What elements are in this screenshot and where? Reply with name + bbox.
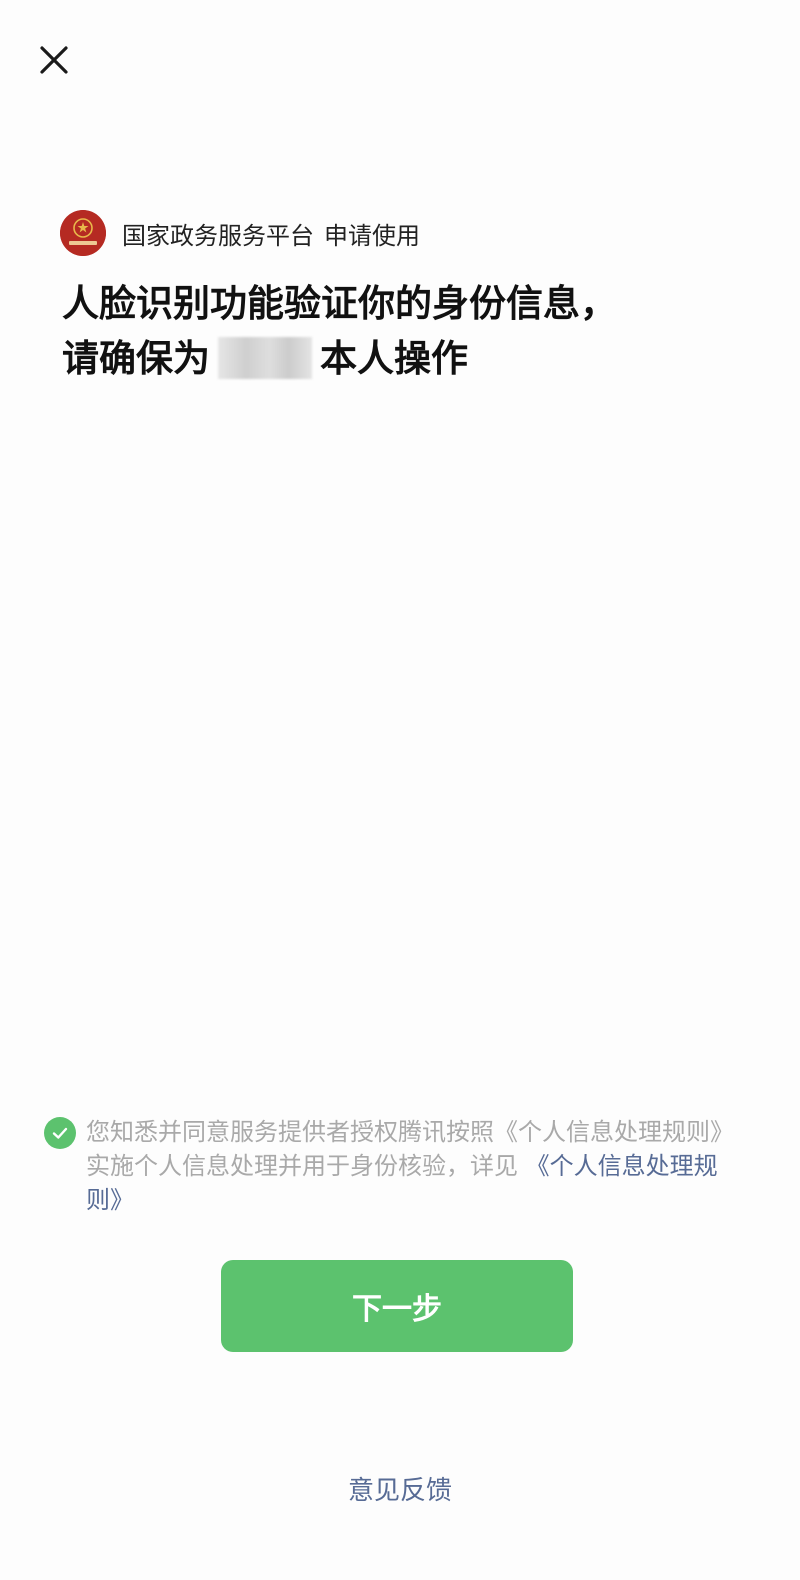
title-line-2-prefix: 请确保为 (62, 337, 210, 380)
requester-text: 国家政务服务平台 申请使用 (122, 216, 420, 251)
title-line-2-suffix: 本人操作 (320, 337, 468, 380)
platform-name: 国家政务服务平台 (122, 221, 314, 250)
checkmark-icon (52, 1127, 68, 1139)
close-button[interactable] (30, 36, 78, 84)
close-icon (40, 46, 68, 74)
consent-agreement: 您知悉并同意服务提供者授权腾讯按照《个人信息处理规则》实施个人信息处理并用于身份… (44, 1115, 754, 1217)
consent-text: 您知悉并同意服务提供者授权腾讯按照《个人信息处理规则》实施个人信息处理并用于身份… (86, 1115, 746, 1217)
requester-info: 国家政务服务平台 申请使用 (60, 210, 420, 256)
masked-user-name (218, 337, 312, 379)
title-line-1: 人脸识别功能验证你的身份信息， (62, 282, 617, 325)
face-verification-page: 国家政务服务平台 申请使用 人脸识别功能验证你的身份信息， 请确保为 本人操作 您知… (0, 0, 800, 1580)
page-title: 人脸识别功能验证你的身份信息， 请确保为 本人操作 (62, 276, 752, 386)
feedback-link[interactable]: 意见反馈 (0, 1470, 800, 1507)
next-step-button[interactable]: 下一步 (221, 1260, 573, 1352)
title-line-2: 请确保为 本人操作 (62, 331, 752, 386)
request-label: 申请使用 (324, 221, 420, 250)
consent-checkbox[interactable] (44, 1117, 76, 1149)
national-emblem-logo (60, 210, 106, 256)
